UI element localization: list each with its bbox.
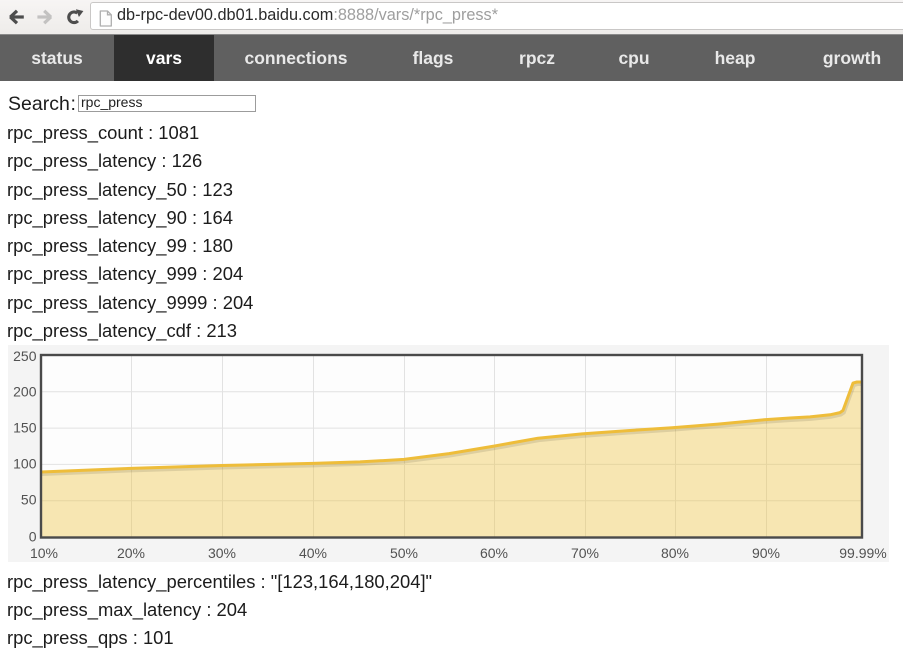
svg-text:50%: 50%	[390, 545, 418, 561]
svg-text:99.99%: 99.99%	[839, 545, 886, 561]
svg-text:70%: 70%	[571, 545, 599, 561]
svg-text:40%: 40%	[299, 545, 327, 561]
svg-text:30%: 30%	[208, 545, 236, 561]
svg-text:10%: 10%	[30, 545, 58, 561]
svg-text:100: 100	[13, 456, 37, 472]
svg-text:90%: 90%	[752, 545, 780, 561]
svg-text:50: 50	[21, 492, 37, 508]
svg-text:60%: 60%	[480, 545, 508, 561]
svg-text:250: 250	[13, 348, 37, 364]
svg-text:150: 150	[13, 420, 37, 436]
svg-text:0: 0	[29, 529, 37, 545]
svg-text:80%: 80%	[661, 545, 689, 561]
svg-text:20%: 20%	[117, 545, 145, 561]
svg-text:200: 200	[13, 384, 37, 400]
